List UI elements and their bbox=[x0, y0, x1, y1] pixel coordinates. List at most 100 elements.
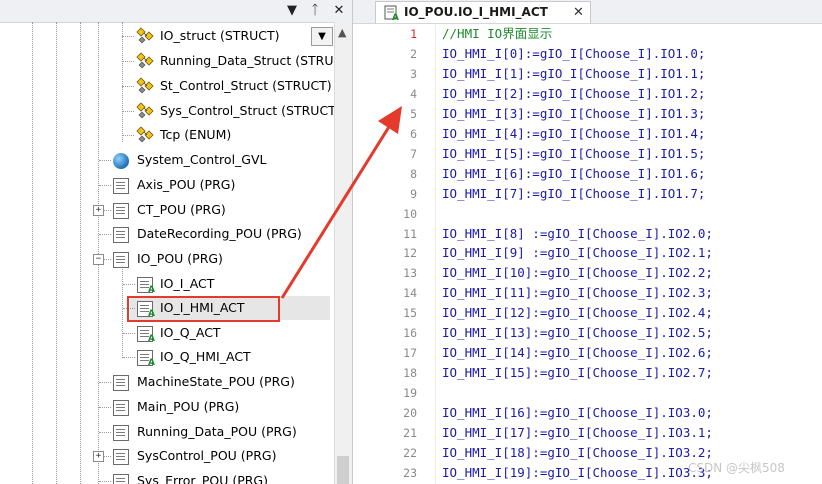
tree-item[interactable]: DateRecording_POU (PRG) bbox=[0, 222, 333, 246]
line-number: 12 bbox=[403, 246, 417, 261]
tree-line bbox=[99, 432, 111, 433]
line-number: 5 bbox=[410, 106, 417, 121]
tree-item[interactable]: A IO_Q_HMI_ACT bbox=[0, 345, 333, 369]
tree-item-label: Sys_Error_POU (PRG) bbox=[137, 473, 268, 484]
tree-item[interactable]: Running_Data_POU (PRG) bbox=[0, 420, 333, 444]
tree-item[interactable]: Sys_Error_POU (PRG) bbox=[0, 469, 333, 484]
line-number: 1 bbox=[410, 27, 417, 41]
page-icon bbox=[113, 400, 129, 416]
line-number: 13 bbox=[403, 266, 417, 281]
code-line: IO_HMI_I[7]:=gIO_I[Choose_I].IO1.7; bbox=[442, 185, 706, 201]
line-number: 16 bbox=[403, 326, 417, 341]
pin-icon[interactable]: ᛏ bbox=[306, 2, 324, 20]
code-line: IO_HMI_I[1]:=gIO_I[Choose_I].IO1.1; bbox=[442, 65, 706, 81]
globe-icon bbox=[113, 153, 129, 169]
tree-item[interactable]: Axis_POU (PRG) bbox=[0, 173, 333, 197]
tree-item-label: St_Control_Struct (STRUCT) bbox=[160, 78, 332, 93]
tree-line bbox=[99, 382, 111, 383]
tree-item[interactable]: Tcp (ENUM) bbox=[0, 123, 333, 147]
tab-io-i-hmi-act[interactable]: A IO_POU.IO_I_HMI_ACT ✕ bbox=[375, 1, 591, 23]
line-number: 21 bbox=[403, 426, 417, 440]
code-line: IO_HMI_I[10]:=gIO_I[Choose_I].IO2.2; bbox=[442, 265, 713, 281]
code-line: IO_HMI_I[15]:=gIO_I[Choose_I].IO2.7; bbox=[442, 365, 713, 381]
scrollbar-thumb[interactable] bbox=[337, 456, 349, 484]
tree-item[interactable]: + CT_POU (PRG) bbox=[0, 198, 333, 222]
code-line: IO_HMI_I[6]:=gIO_I[Choose_I].IO1.6; bbox=[442, 165, 706, 181]
action-icon: A bbox=[137, 350, 155, 368]
code-line: IO_HMI_I[14]:=gIO_I[Choose_I].IO2.6; bbox=[442, 345, 713, 361]
code-line: IO_HMI_I[8] :=gIO_I[Choose_I].IO2.0; bbox=[442, 225, 713, 241]
tree-item-label: IO_Q_ACT bbox=[160, 325, 221, 340]
tree-item-label: Running_Data_Struct (STRUCT) bbox=[160, 53, 353, 68]
tree-item-label: IO_I_ACT bbox=[160, 276, 215, 291]
tab-close-icon[interactable]: ✕ bbox=[573, 2, 584, 23]
watermark: CSDN @尖枫508 bbox=[688, 461, 785, 475]
code-line: IO_HMI_I[19]:=gIO_I[Choose_I].IO3.3; bbox=[442, 464, 713, 480]
tree-item[interactable]: A IO_Q_ACT bbox=[0, 321, 333, 345]
action-icon: A bbox=[137, 277, 155, 295]
struct-icon bbox=[136, 77, 154, 94]
action-badge: A bbox=[148, 358, 155, 368]
line-number: 15 bbox=[403, 306, 417, 321]
tree-item[interactable]: A IO_I_ACT bbox=[0, 272, 333, 296]
line-number: 17 bbox=[403, 346, 417, 361]
tree-item[interactable]: Main_POU (PRG) bbox=[0, 395, 333, 419]
tree-item[interactable]: System_Control_GVL bbox=[0, 148, 333, 172]
expand-icon[interactable]: + bbox=[93, 451, 104, 462]
expand-icon[interactable]: + bbox=[93, 205, 104, 216]
tree-item[interactable]: Running_Data_Struct (STRUCT) bbox=[0, 49, 352, 73]
line-number: 11 bbox=[403, 226, 417, 241]
combo-dropdown-button[interactable]: ▼ bbox=[311, 27, 333, 46]
struct-icon bbox=[136, 102, 154, 119]
page-icon bbox=[113, 425, 129, 441]
line-number: 19 bbox=[403, 386, 417, 401]
line-number-gutter: 1 2 3 4 5 6 7 8 9 10 11 12 13 14 15 16 17 18 19 20 21 22 23 bbox=[353, 24, 436, 484]
line-number: 9 bbox=[410, 186, 417, 201]
tree-item[interactable]: + SysControl_POU (PRG) bbox=[0, 444, 333, 468]
line-number: 6 bbox=[410, 126, 417, 141]
tree-line bbox=[122, 86, 134, 87]
struct-icon bbox=[136, 52, 154, 69]
tree-item-label: Running_Data_POU (PRG) bbox=[137, 424, 297, 439]
tree-item-label: MachineState_POU (PRG) bbox=[137, 374, 295, 389]
tree-line bbox=[99, 160, 111, 161]
code-line: IO_HMI_I[17]:=gIO_I[Choose_I].IO3.1; bbox=[442, 425, 713, 440]
line-number: 2 bbox=[410, 46, 417, 61]
action-badge: A bbox=[148, 285, 155, 295]
tree-item-label: IO_POU (PRG) bbox=[137, 251, 223, 266]
tree-item-label: System_Control_GVL bbox=[137, 152, 267, 167]
editor-tab-bar: A IO_POU.IO_I_HMI_ACT ✕ bbox=[353, 0, 822, 24]
tree-item[interactable]: Sys_Control_Struct (STRUCT) bbox=[0, 99, 341, 123]
code-line: IO_HMI_I[0]:=gIO_I[Choose_I].IO1.0; bbox=[442, 45, 706, 61]
tree-item-label: IO_Q_HMI_ACT bbox=[160, 349, 251, 364]
tree-item[interactable]: St_Control_Struct (STRUCT) bbox=[0, 74, 333, 98]
dropdown-icon[interactable]: ▼ bbox=[283, 2, 301, 20]
scroll-up-icon[interactable]: ▲ bbox=[338, 26, 346, 39]
struct-icon bbox=[136, 27, 154, 44]
collapse-icon[interactable]: − bbox=[93, 254, 104, 265]
line-number: 4 bbox=[410, 86, 417, 101]
tree-item[interactable]: MachineState_POU (PRG) bbox=[0, 370, 333, 394]
tree-line bbox=[123, 333, 135, 334]
line-number: 23 bbox=[403, 465, 417, 480]
tree-line bbox=[99, 481, 111, 482]
tree-line bbox=[122, 111, 134, 112]
line-number: 20 bbox=[403, 406, 417, 421]
tree-item-label: SysControl_POU (PRG) bbox=[137, 448, 277, 463]
tree-line bbox=[123, 284, 135, 285]
tree-scrollbar[interactable]: ▲ bbox=[334, 22, 352, 484]
tree-item-label: Sys_Control_Struct (STRUCT) bbox=[160, 103, 341, 118]
tree-line bbox=[99, 234, 111, 235]
action-badge: A bbox=[148, 334, 155, 344]
line-number: 8 bbox=[410, 166, 417, 181]
page-icon bbox=[113, 375, 129, 391]
page-icon bbox=[113, 203, 129, 219]
tree-item[interactable]: − IO_POU (PRG) bbox=[0, 247, 333, 271]
code-line: IO_HMI_I[11]:=gIO_I[Choose_I].IO2.3; bbox=[442, 285, 713, 301]
tree-line bbox=[99, 185, 111, 186]
svg-text:A: A bbox=[392, 13, 399, 21]
tree-line bbox=[122, 61, 134, 62]
close-icon[interactable]: ✕ bbox=[330, 2, 348, 20]
tree-item[interactable]: IO_struct (STRUCT) bbox=[0, 24, 333, 48]
action-file-icon: A bbox=[384, 5, 399, 21]
